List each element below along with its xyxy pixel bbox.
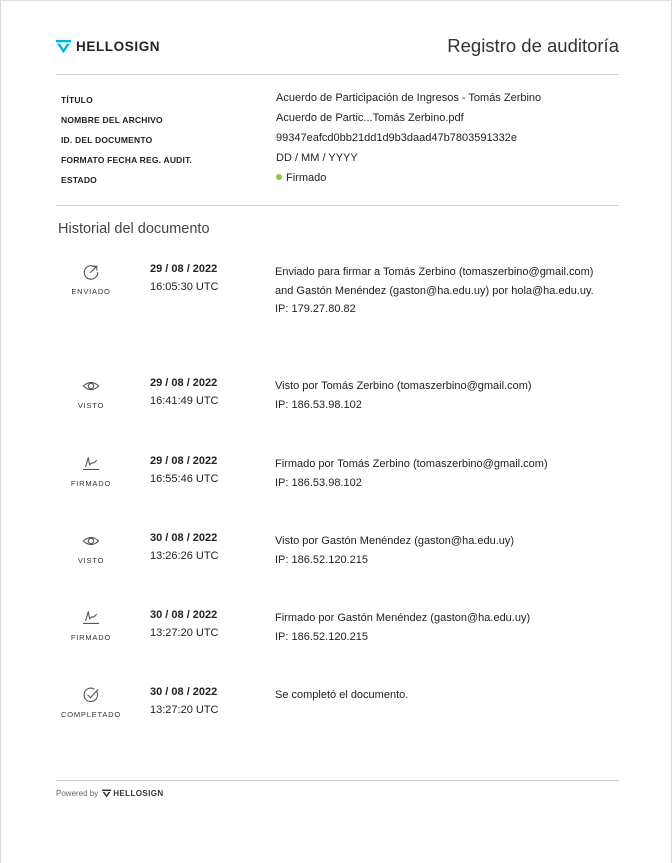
event-time: 16:05:30 UTC (150, 281, 219, 293)
status-text: Firmado (286, 172, 327, 184)
powered-by-text: Powered by (56, 789, 99, 798)
footer: Powered by HELLOSIGN (56, 789, 164, 798)
event-date: 30 / 08 / 2022 (150, 609, 218, 621)
meta-row-filename: NOMBRE DEL ARCHIVO Acuerdo de Partic...T… (61, 112, 621, 132)
status-dot-icon (276, 174, 282, 180)
meta-row-status: ESTADO Firmado (61, 172, 621, 192)
meta-row-date-format: FORMATO FECHA REG. AUDIT. DD / MM / YYYY (61, 152, 621, 172)
footer-divider (56, 780, 619, 781)
event-text: Visto por Tomás Zerbino (tomaszerbino@gm… (275, 380, 532, 392)
sent-icon (83, 265, 99, 280)
meta-label: FORMATO FECHA REG. AUDIT. (61, 155, 193, 165)
event-time: 13:26:26 UTC (150, 550, 219, 562)
header-divider (56, 74, 619, 75)
event-label: FIRMADO (70, 633, 112, 642)
event-description: Se completó el documento. (275, 686, 605, 705)
signature-icon (82, 457, 100, 470)
event-date: 29 / 08 / 2022 (150, 455, 218, 467)
event-label: VISTO (77, 556, 105, 565)
meta-label: ID. DEL DOCUMENTO (61, 135, 153, 145)
event-description: Visto por Gastón Menéndez (gaston@ha.edu… (275, 532, 605, 569)
event-description: Enviado para firmar a Tomás Zerbino (tom… (275, 263, 605, 319)
event-text: Firmado por Tomás Zerbino (tomaszerbino@… (275, 458, 548, 470)
event-time: 13:27:20 UTC (150, 627, 219, 639)
event-text: Firmado por Gastón Menéndez (gaston@ha.e… (275, 612, 531, 624)
metadata-divider (56, 205, 619, 206)
hellosign-footer-logo-icon (102, 789, 112, 798)
event-description: Firmado por Tomás Zerbino (tomaszerbino@… (275, 455, 605, 492)
event-time: 16:41:49 UTC (150, 395, 219, 407)
status-value: Firmado (276, 172, 326, 184)
event-time: 16:55:46 UTC (150, 473, 219, 485)
event-ip: IP: 186.52.120.215 (275, 630, 368, 643)
event-label: COMPLETADO (61, 710, 121, 719)
logo-text: HELLOSIGN (76, 39, 161, 54)
meta-label: TÍTULO (61, 95, 93, 105)
event-date: 29 / 08 / 2022 (150, 377, 218, 389)
event-text: Enviado para firmar a Tomás Zerbino (tom… (275, 266, 594, 297)
meta-value: DD / MM / YYYY (276, 152, 358, 164)
meta-value: Acuerdo de Participación de Ingresos - T… (276, 92, 542, 104)
meta-label: NOMBRE DEL ARCHIVO (61, 115, 163, 125)
event-ip: IP: 186.53.98.102 (275, 398, 362, 411)
eye-icon (82, 381, 100, 391)
page: HELLOSIGN Registro de auditoría TÍTULO A… (0, 0, 672, 863)
event-ip: IP: 186.52.120.215 (275, 553, 368, 566)
event-description: Visto por Tomás Zerbino (tomaszerbino@gm… (275, 377, 605, 414)
event-date: 29 / 08 / 2022 (150, 263, 218, 275)
footer-brand: HELLOSIGN (113, 789, 164, 798)
meta-row-document-id: ID. DEL DOCUMENTO 99347eafcd0bb21dd1d9b3… (61, 132, 621, 152)
event-date: 30 / 08 / 2022 (150, 532, 218, 544)
event-text: Se completó el documento. (275, 689, 409, 701)
meta-row-title: TÍTULO Acuerdo de Participación de Ingre… (61, 92, 621, 112)
event-label: FIRMADO (70, 479, 112, 488)
event-ip: IP: 179.27.80.82 (275, 303, 356, 316)
meta-label: ESTADO (61, 175, 97, 185)
eye-icon (82, 536, 100, 546)
check-circle-icon (83, 687, 99, 703)
hellosign-logo: HELLOSIGN (56, 39, 160, 54)
meta-value: 99347eafcd0bb21dd1d9b3daad47b7803591332e (276, 132, 518, 144)
signature-icon (82, 611, 100, 624)
event-date: 30 / 08 / 2022 (150, 686, 218, 698)
event-description: Firmado por Gastón Menéndez (gaston@ha.e… (275, 609, 605, 646)
event-text: Visto por Gastón Menéndez (gaston@ha.edu… (275, 535, 515, 547)
event-label: VISTO (77, 401, 105, 410)
hellosign-logo-icon (56, 39, 71, 54)
history-title: Historial del documento (58, 221, 210, 237)
event-label: ENVIADO (71, 287, 111, 296)
report-title: Registro de auditoría (447, 35, 619, 56)
event-ip: IP: 186.53.98.102 (275, 476, 362, 489)
event-time: 13:27:20 UTC (150, 704, 219, 716)
meta-value: Acuerdo de Partic...Tomás Zerbino.pdf (276, 112, 464, 124)
header: HELLOSIGN Registro de auditoría (56, 35, 619, 63)
